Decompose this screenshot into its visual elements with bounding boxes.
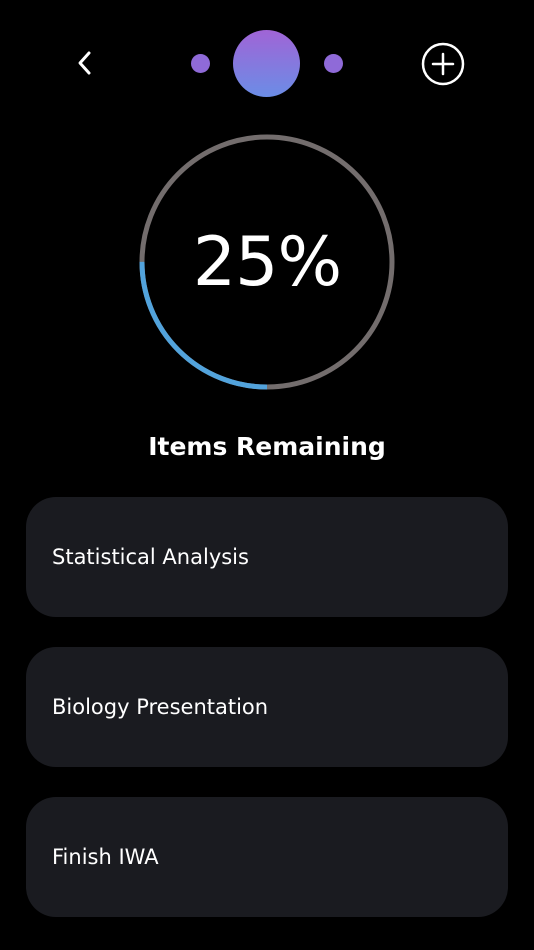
page-dot-right[interactable] [324, 54, 343, 73]
top-bar [0, 0, 534, 128]
page-dot-left[interactable] [191, 54, 210, 73]
progress-percent: 25% [192, 222, 342, 302]
task-label: Finish IWA [52, 845, 159, 869]
back-button[interactable] [66, 44, 104, 82]
add-button[interactable] [419, 40, 467, 88]
avatar[interactable] [233, 30, 300, 97]
task-label: Statistical Analysis [52, 545, 249, 569]
task-card[interactable]: Biology Presentation [26, 647, 508, 767]
task-card[interactable]: Finish IWA [26, 797, 508, 917]
section-title: Items Remaining [148, 432, 386, 461]
task-label: Biology Presentation [52, 695, 269, 719]
task-card[interactable]: Statistical Analysis [26, 497, 508, 617]
task-list: Statistical Analysis Biology Presentatio… [26, 497, 508, 947]
progress-ring: 25% [138, 133, 396, 391]
chevron-left-icon [78, 51, 91, 75]
plus-circle-icon [421, 42, 465, 86]
